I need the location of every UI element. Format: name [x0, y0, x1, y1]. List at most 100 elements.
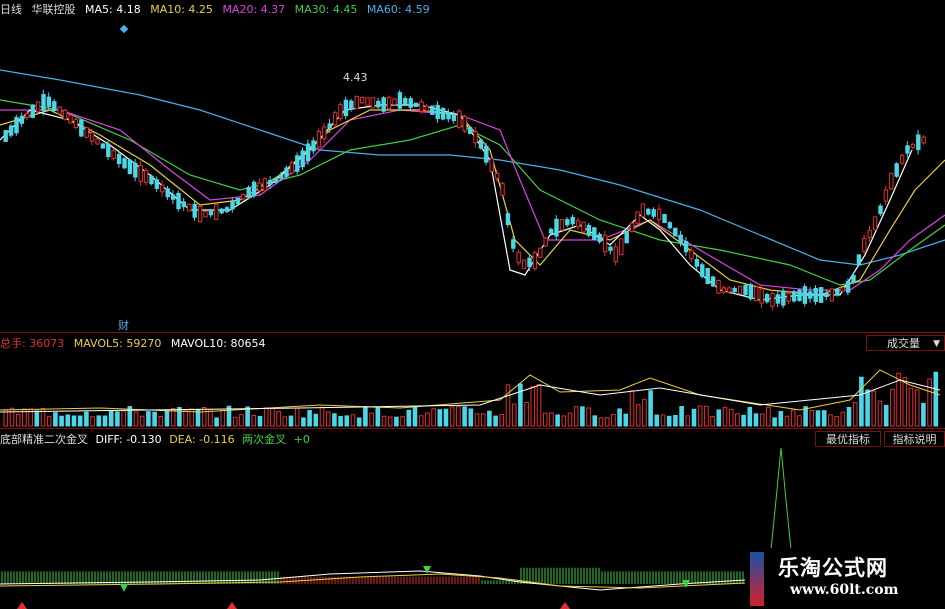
- volume-bar: [53, 412, 58, 427]
- candle-body: [592, 227, 597, 240]
- candle-body: [176, 192, 181, 210]
- candle-body: [219, 208, 224, 214]
- candle-body: [262, 178, 268, 192]
- volume-bar: [914, 389, 920, 427]
- volume-bar: [263, 407, 269, 427]
- volume-header: 总手: 36073 MAVOL5: 59270 MAVOL10: 80654: [0, 337, 271, 351]
- ma20-line: [0, 109, 945, 291]
- candle-body: [867, 229, 872, 239]
- candle-body: [737, 285, 743, 295]
- candle-body: [845, 280, 851, 293]
- watermark-url: www.60lt.com: [790, 582, 899, 598]
- candlestick-chart[interactable]: [0, 0, 945, 609]
- candle-body: [694, 259, 700, 267]
- candle-body: [338, 104, 343, 120]
- candle-body: [41, 93, 46, 112]
- candle-body: [824, 292, 829, 298]
- volume-bar: [394, 416, 399, 427]
- candle-body: [716, 279, 721, 294]
- candle-body: [392, 98, 397, 106]
- volume-bar: [338, 416, 343, 427]
- finance-marker-icon[interactable]: 财: [118, 317, 129, 333]
- volume-bar: [623, 413, 629, 427]
- candle-body: [451, 113, 457, 122]
- candle-body: [683, 240, 689, 253]
- candle-body: [116, 153, 122, 164]
- candle-body: [732, 287, 737, 293]
- volume-bar: [927, 378, 932, 427]
- volume-bar: [363, 406, 368, 427]
- ma5-line: [0, 104, 913, 301]
- ma30-line: [0, 99, 945, 286]
- candle-body: [370, 97, 376, 109]
- volume-bar: [462, 406, 467, 427]
- indicator-name[interactable]: 底部精准二次金叉: [0, 433, 88, 446]
- volume-bar: [555, 414, 560, 427]
- candle-body: [635, 211, 640, 224]
- volume-bar: [828, 414, 833, 427]
- volume-bar: [790, 409, 796, 427]
- candle-body: [365, 97, 370, 106]
- candle-body: [494, 172, 500, 179]
- volume-bar: [115, 411, 120, 427]
- volume-bar: [344, 415, 350, 427]
- volume-bar: [611, 413, 616, 427]
- best-indicator-button[interactable]: 最优指标: [815, 431, 881, 447]
- candle-body: [786, 292, 791, 302]
- volume-bar: [276, 411, 281, 427]
- candle-body: [95, 138, 100, 145]
- candle-body: [273, 177, 278, 183]
- volume-bar: [747, 407, 753, 427]
- volume-bar: [604, 417, 610, 427]
- candle-body: [851, 274, 856, 283]
- indicator-help-button[interactable]: 指标说明: [884, 431, 945, 447]
- candle-body: [224, 207, 230, 213]
- volume-bar: [617, 408, 622, 427]
- volume-bar: [437, 409, 443, 427]
- volume-bar: [400, 416, 405, 427]
- candle-body: [754, 286, 759, 302]
- candle-body: [122, 158, 127, 169]
- main-header: 日线 华联控股 MA5: 4.18 MA10: 4.25 MA20: 4.37 …: [0, 3, 436, 17]
- candle-body: [305, 143, 311, 162]
- candle-body: [462, 116, 467, 132]
- period-label[interactable]: 日线: [0, 3, 22, 16]
- indicator-dropdown[interactable]: 成交量 ▼: [866, 335, 945, 351]
- candle-body: [710, 276, 716, 287]
- candle-body: [921, 136, 926, 144]
- candle-body: [640, 203, 646, 218]
- volume-bar: [499, 413, 505, 427]
- volume-bar: [518, 383, 523, 427]
- volume-bar: [852, 401, 858, 427]
- ma5-label: MA5: 4.18: [85, 3, 141, 16]
- candle-body: [149, 175, 154, 185]
- candle-body: [662, 214, 667, 223]
- ma20-label: MA20: 4.37: [222, 3, 286, 16]
- candle-body: [629, 222, 635, 232]
- volume-bar: [139, 415, 145, 427]
- candle-body: [916, 134, 921, 151]
- candle-body: [548, 228, 554, 234]
- candle-body: [613, 246, 619, 263]
- candle-body: [440, 108, 446, 120]
- volume-bar: [369, 412, 374, 427]
- candle-body: [543, 237, 548, 247]
- volume-bar: [697, 405, 703, 427]
- candle-body: [197, 205, 203, 223]
- volume-bar: [146, 411, 151, 427]
- volume-bar: [239, 414, 244, 427]
- volume-bar: [9, 407, 15, 427]
- candle-body: [802, 286, 808, 304]
- ma30-label: MA30: 4.45: [294, 3, 358, 16]
- volume-bar: [561, 415, 567, 427]
- candle-body: [311, 140, 316, 152]
- volume-bar: [871, 390, 877, 427]
- volume-bar: [164, 409, 170, 427]
- candle-body: [581, 221, 586, 233]
- candle-body: [835, 288, 840, 296]
- volume-bar: [425, 412, 430, 427]
- cross-value: +0: [293, 433, 310, 446]
- candle-body: [748, 284, 754, 300]
- candle-body: [678, 234, 683, 243]
- candle-body: [651, 209, 656, 217]
